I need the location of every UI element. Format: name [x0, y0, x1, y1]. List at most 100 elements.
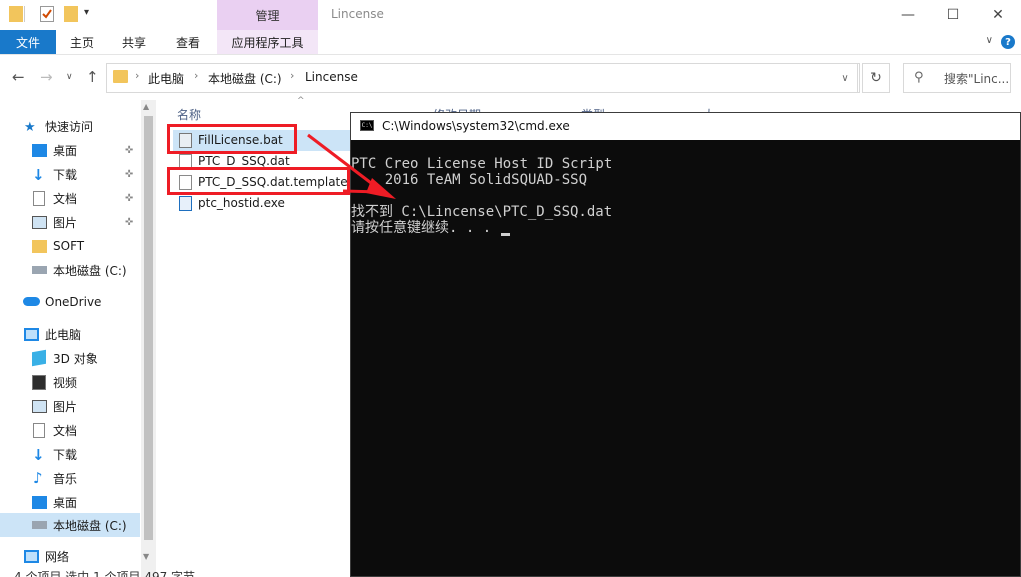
sidebar-item-onedrive[interactable]: OneDrive: [0, 290, 140, 314]
sidebar-item-label: 文档: [53, 423, 78, 438]
customize-quick-access-icon[interactable]: ▾: [84, 7, 94, 23]
address-bar[interactable]: › 此电脑 › 本地磁盘 (C:) › Lincense: [106, 63, 860, 93]
breadcrumb-lincense[interactable]: Lincense: [305, 70, 358, 84]
cube-icon: [32, 349, 46, 367]
pin-icon[interactable]: ✜: [125, 217, 133, 228]
properties-icon[interactable]: [40, 6, 54, 22]
new-folder-icon[interactable]: [64, 6, 78, 22]
cmd-title-bar[interactable]: C:\ C:\Windows\system32\cmd.exe: [351, 113, 1020, 140]
desktop-icon: [32, 144, 47, 157]
maximize-button[interactable]: ☐: [930, 0, 976, 30]
folder-icon[interactable]: [9, 6, 23, 22]
sidebar-item-music[interactable]: ♪ 音乐: [0, 466, 140, 490]
sidebar-item-3d-objects[interactable]: 3D 对象: [0, 346, 140, 370]
address-row: ← → ∨ ↑ › 此电脑 › 本地磁盘 (C:) › Lincense ∨ ↻…: [0, 55, 1021, 99]
sidebar-item-network[interactable]: 网络: [0, 544, 140, 568]
breadcrumb-separator[interactable]: ›: [194, 69, 198, 82]
breadcrumb-local-disk[interactable]: 本地磁盘 (C:): [208, 70, 282, 87]
cmd-window[interactable]: C:\ C:\Windows\system32\cmd.exe PTC Creo…: [350, 112, 1021, 577]
sidebar-item-label: SOFT: [53, 239, 85, 253]
refresh-button[interactable]: ↻: [862, 63, 890, 93]
navigation-pane: ★ 快速访问 桌面 ✜ ↓ 下载 ✜ 文档 ✜ 图片 ✜ SOFT 本地磁盘 (…: [0, 100, 156, 577]
up-button[interactable]: ↑: [86, 68, 99, 86]
sidebar-item-documents-pc[interactable]: 文档: [0, 418, 140, 442]
file-name: ptc_hostid.exe: [198, 196, 285, 210]
sidebar-item-pictures-pc[interactable]: 图片: [0, 394, 140, 418]
sidebar-item-pictures[interactable]: 图片 ✜: [0, 210, 140, 234]
breadcrumb-this-pc[interactable]: 此电脑: [148, 70, 184, 87]
pin-icon[interactable]: ✜: [125, 169, 133, 180]
sidebar-item-local-disk-pc[interactable]: 本地磁盘 (C:): [0, 513, 140, 537]
column-header-name[interactable]: 名称: [177, 106, 201, 123]
help-icon[interactable]: ?: [1001, 35, 1015, 49]
recent-locations-icon[interactable]: ∨: [66, 72, 73, 82]
tab-file[interactable]: 文件: [0, 30, 56, 54]
forward-button[interactable]: →: [40, 68, 53, 86]
close-button[interactable]: ✕: [975, 0, 1021, 30]
console-line: PTC Creo License Host ID Script: [351, 156, 613, 172]
sidebar-item-local-disk[interactable]: 本地磁盘 (C:): [0, 258, 140, 282]
sidebar-item-this-pc[interactable]: 此电脑: [0, 322, 140, 346]
minimize-button[interactable]: —: [885, 0, 931, 30]
sidebar-item-documents[interactable]: 文档 ✜: [0, 186, 140, 210]
annotation-box: [167, 167, 350, 195]
breadcrumb-separator[interactable]: ›: [290, 69, 294, 82]
sidebar-item-soft[interactable]: SOFT: [0, 234, 140, 258]
sidebar-item-label: OneDrive: [45, 295, 102, 309]
tab-share[interactable]: 共享: [108, 30, 160, 54]
sidebar-item-videos[interactable]: 视频: [0, 370, 140, 394]
back-button[interactable]: ←: [12, 68, 25, 86]
sidebar-scrollbar-thumb[interactable]: [144, 116, 153, 540]
sidebar-item-label: 此电脑: [45, 327, 82, 342]
pin-icon[interactable]: ✜: [125, 145, 133, 156]
sidebar-item-downloads-pc[interactable]: ↓ 下载: [0, 442, 140, 466]
search-icon: ⚲: [914, 70, 924, 85]
console-prompt-line: 请按任意键继续. . .: [351, 220, 612, 236]
title-bar: ▾ 管理 Lincense — ☐ ✕: [0, 0, 1021, 30]
file-row[interactable]: ptc_hostid.exe: [173, 193, 351, 214]
tab-view[interactable]: 查看: [160, 30, 216, 54]
sidebar-item-label: 下载: [53, 447, 78, 462]
status-text: 4 个项目 选中 1 个项目 497 字节: [14, 570, 196, 577]
console-icon: C:\: [360, 120, 374, 131]
document-icon: [33, 191, 45, 206]
pin-icon[interactable]: ✜: [125, 193, 133, 204]
drive-icon: [32, 521, 47, 529]
document-icon: [33, 423, 45, 438]
download-icon: ↓: [32, 166, 45, 184]
console-line: 找不到 C:\Lincense\PTC_D_SSQ.dat: [351, 204, 613, 220]
scroll-up-icon[interactable]: ▲: [143, 102, 149, 111]
network-icon: [24, 550, 39, 563]
tab-application-tools[interactable]: 应用程序工具: [217, 30, 318, 54]
sidebar-item-label: 图片: [53, 399, 78, 414]
sidebar-item-desktop-pc[interactable]: 桌面: [0, 490, 140, 514]
address-dropdown-button[interactable]: ∨: [833, 63, 858, 93]
tab-home[interactable]: 主页: [56, 30, 108, 54]
breadcrumb-separator[interactable]: ›: [135, 69, 139, 82]
console-output[interactable]: PTC Creo License Host ID Script 2016 TeA…: [351, 156, 612, 236]
sidebar-item-label: 视频: [53, 375, 78, 390]
scroll-down-icon[interactable]: ▼: [143, 552, 149, 561]
status-bar: 4 个项目 选中 1 个项目 497 字节: [0, 566, 350, 577]
picture-icon: [32, 216, 47, 229]
sidebar-item-label: 桌面: [53, 143, 78, 158]
sidebar-item-label: 图片: [53, 215, 78, 230]
sidebar-item-label: 本地磁盘 (C:): [53, 518, 127, 533]
sidebar-item-desktop[interactable]: 桌面 ✜: [0, 138, 140, 162]
annotation-box: [167, 124, 297, 154]
sidebar-item-label: 网络: [45, 549, 70, 564]
ribbon-tabs: 文件 主页 共享 查看 应用程序工具 ∨ ?: [0, 30, 1021, 55]
search-input[interactable]: ⚲ 搜索"Linc...: [903, 63, 1011, 93]
expand-ribbon-icon[interactable]: ∨: [986, 35, 993, 46]
sort-ascending-icon: ^: [297, 96, 305, 106]
manage-tab[interactable]: 管理: [217, 0, 318, 30]
sidebar-item-label: 下载: [53, 167, 78, 182]
file-name: PTC_D_SSQ.dat: [198, 154, 290, 168]
sidebar-item-downloads[interactable]: ↓ 下载 ✜: [0, 162, 140, 186]
console-line: 请按任意键继续. . .: [351, 220, 500, 236]
desktop-icon: [32, 496, 47, 509]
folder-icon: [113, 70, 128, 83]
sidebar-item-quick-access[interactable]: ★ 快速访问: [0, 114, 140, 138]
sidebar-item-label: 音乐: [53, 471, 78, 486]
